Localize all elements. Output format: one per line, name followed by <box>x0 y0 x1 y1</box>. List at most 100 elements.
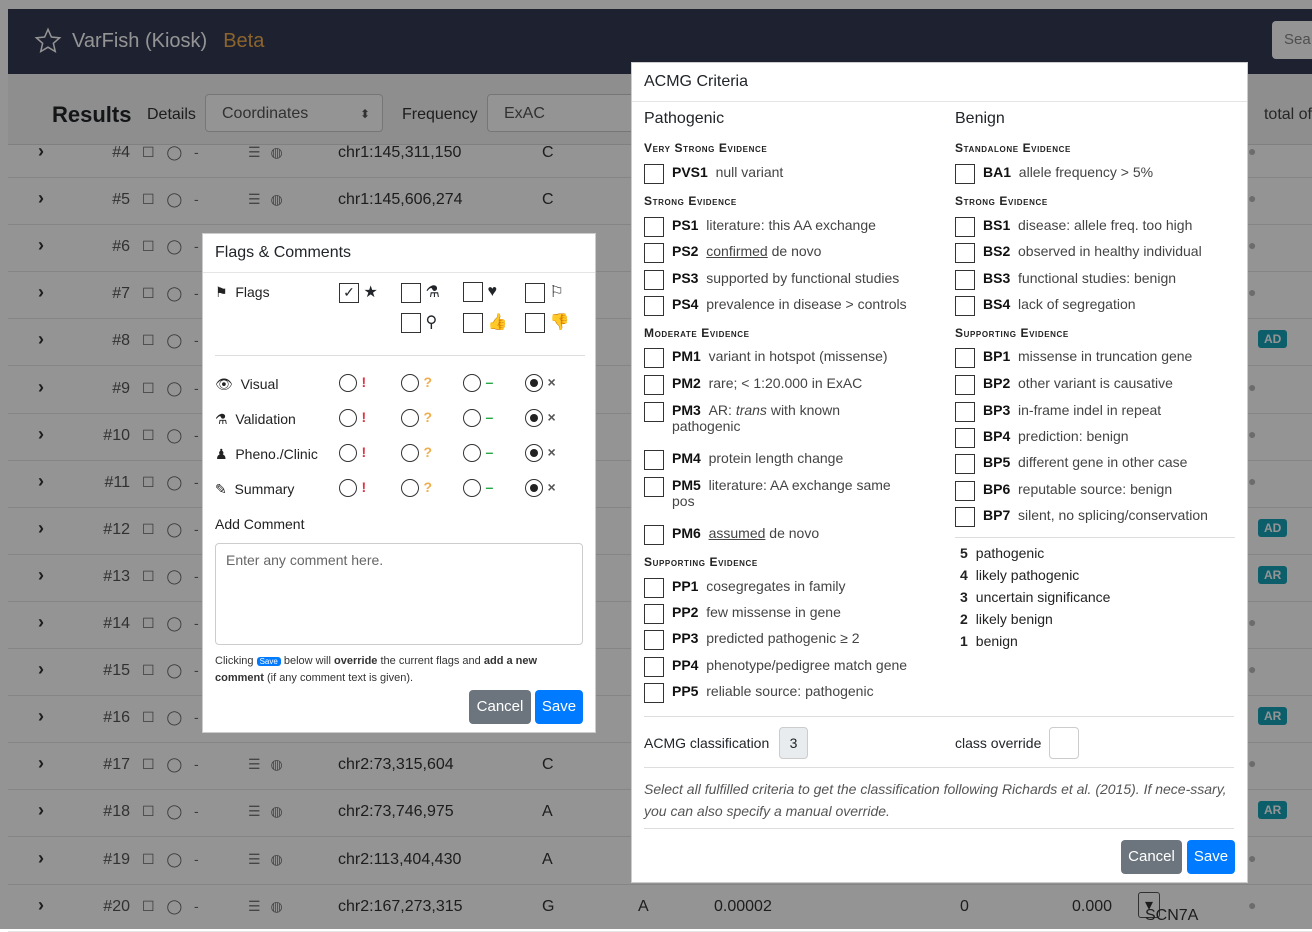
criterion-ps3[interactable]: PS3 supported by functional studies <box>644 270 899 290</box>
validation-empty-option[interactable]: × <box>525 409 556 427</box>
radio-button[interactable] <box>525 479 543 497</box>
class-override-input[interactable] <box>1049 727 1079 759</box>
criterion-pp2[interactable]: PP2 few missense in gene <box>644 604 841 624</box>
radio-button[interactable] <box>339 409 357 427</box>
radio-button[interactable] <box>525 409 543 427</box>
pheno-uncertain-option[interactable]: ? <box>401 444 432 462</box>
radio-button[interactable] <box>463 479 481 497</box>
pheno-empty-option[interactable]: × <box>525 444 556 462</box>
validation-positive-option[interactable]: ! <box>339 409 366 427</box>
flags-cancel-button[interactable]: Cancel <box>469 690 531 724</box>
summary-negative-option[interactable]: – <box>463 479 493 497</box>
criterion-bp5[interactable]: BP5 different gene in other case <box>955 454 1187 474</box>
visual-uncertain-option[interactable]: ? <box>401 374 432 392</box>
criterion-bs2[interactable]: BS2 observed in healthy individual <box>955 243 1202 263</box>
radio-button[interactable] <box>525 374 543 392</box>
criterion-checkbox[interactable] <box>644 477 664 497</box>
pheno-negative-option[interactable]: – <box>463 444 493 462</box>
visual-negative-option[interactable]: – <box>463 374 493 392</box>
visual-positive-option[interactable]: ! <box>339 374 366 392</box>
pheno-positive-option[interactable]: ! <box>339 444 366 462</box>
criterion-bs1[interactable]: BS1 disease: allele freq. too high <box>955 217 1192 237</box>
criterion-bs3[interactable]: BS3 functional studies: benign <box>955 270 1176 290</box>
criterion-pm2[interactable]: PM2 rare; < 1:20.000 in ExAC <box>644 375 862 395</box>
radio-button[interactable] <box>525 444 543 462</box>
validation-uncertain-option[interactable]: ? <box>401 409 432 427</box>
flag-candidate-checkbox[interactable] <box>401 282 421 303</box>
comment-textarea[interactable]: Enter any comment here. <box>215 543 583 645</box>
criterion-ba1[interactable]: BA1 allele frequency > 5% <box>955 164 1153 184</box>
radio-button[interactable] <box>463 409 481 427</box>
criterion-pp3[interactable]: PP3 predicted pathogenic ≥ 2 <box>644 630 859 650</box>
criterion-checkbox[interactable] <box>955 164 975 184</box>
radio-button[interactable] <box>401 479 419 497</box>
radio-button[interactable] <box>339 444 357 462</box>
validation-negative-option[interactable]: – <box>463 409 493 427</box>
summary-uncertain-option[interactable]: ? <box>401 479 432 497</box>
criterion-checkbox[interactable] <box>644 578 664 598</box>
criterion-checkbox[interactable] <box>644 630 664 650</box>
criterion-checkbox[interactable] <box>644 657 664 677</box>
criterion-checkbox[interactable] <box>955 348 975 368</box>
criterion-checkbox[interactable] <box>644 525 664 545</box>
criterion-checkbox[interactable] <box>644 375 664 395</box>
criterion-checkbox[interactable] <box>955 296 975 316</box>
flag-validation-checkbox[interactable] <box>525 282 545 303</box>
radio-button[interactable] <box>401 444 419 462</box>
criterion-checkbox[interactable] <box>644 217 664 237</box>
criterion-pm3[interactable]: PM3 AR: trans with known pathogenic <box>644 402 904 434</box>
flag-no-disease[interactable]: ⚲ <box>401 312 437 333</box>
criterion-checkbox[interactable] <box>955 428 975 448</box>
radio-button[interactable] <box>339 374 357 392</box>
criterion-pm6[interactable]: PM6 assumed de novo <box>644 525 819 545</box>
criterion-checkbox[interactable] <box>955 243 975 263</box>
acmg-cancel-button[interactable]: Cancel <box>1121 840 1182 874</box>
criterion-checkbox[interactable] <box>955 375 975 395</box>
criterion-checkbox[interactable] <box>955 270 975 290</box>
flag-candidate[interactable]: ⚗ <box>401 282 440 303</box>
criterion-checkbox[interactable] <box>644 164 664 184</box>
flags-save-button[interactable]: Save <box>535 690 583 724</box>
criterion-checkbox[interactable] <box>644 270 664 290</box>
flag-thumbs-up[interactable]: 👍 <box>463 312 507 333</box>
flag-thumbs-down[interactable]: 👎 <box>525 312 569 333</box>
criterion-checkbox[interactable] <box>955 217 975 237</box>
criterion-ps4[interactable]: PS4 prevalence in disease > controls <box>644 296 907 316</box>
flag-for-validation[interactable]: ⚐ <box>525 282 564 303</box>
radio-button[interactable] <box>401 409 419 427</box>
criterion-bp7[interactable]: BP7 silent, no splicing/conservation <box>955 507 1208 527</box>
criterion-bp3[interactable]: BP3 in-frame indel in repeat <box>955 402 1161 422</box>
criterion-bp1[interactable]: BP1 missense in truncation gene <box>955 348 1192 368</box>
criterion-checkbox[interactable] <box>955 481 975 501</box>
criterion-checkbox[interactable] <box>644 402 664 422</box>
criterion-pp5[interactable]: PP5 reliable source: pathogenic <box>644 683 874 703</box>
criterion-checkbox[interactable] <box>955 507 975 527</box>
criterion-pm1[interactable]: PM1 variant in hotspot (missense) <box>644 348 888 368</box>
criterion-pm5[interactable]: PM5 literature: AA exchange same pos <box>644 477 904 509</box>
radio-button[interactable] <box>463 374 481 392</box>
summary-empty-option[interactable]: × <box>525 479 556 497</box>
criterion-bp6[interactable]: BP6 reputable source: benign <box>955 481 1172 501</box>
criterion-bp4[interactable]: BP4 prediction: benign <box>955 428 1129 448</box>
flag-thumbs-up-checkbox[interactable] <box>463 312 483 333</box>
criterion-checkbox[interactable] <box>644 683 664 703</box>
flag-thumbs-down-checkbox[interactable] <box>525 312 545 333</box>
criterion-checkbox[interactable] <box>644 296 664 316</box>
criterion-ps2[interactable]: PS2 confirmed de novo <box>644 243 821 263</box>
radio-button[interactable] <box>401 374 419 392</box>
flag-final-checkbox[interactable] <box>463 282 483 302</box>
criterion-pvs1[interactable]: PVS1 null variant <box>644 164 783 184</box>
criterion-ps1[interactable]: PS1 literature: this AA exchange <box>644 217 876 237</box>
criterion-checkbox[interactable] <box>644 348 664 368</box>
criterion-pp1[interactable]: PP1 cosegregates in family <box>644 578 846 598</box>
flag-no-disease-checkbox[interactable] <box>401 312 421 333</box>
criterion-checkbox[interactable] <box>644 604 664 624</box>
flag-bookmark-checkbox[interactable]: ✓ <box>339 282 359 303</box>
visual-empty-option[interactable]: × <box>525 374 556 392</box>
summary-positive-option[interactable]: ! <box>339 479 366 497</box>
criterion-pp4[interactable]: PP4 phenotype/pedigree match gene <box>644 657 907 677</box>
criterion-checkbox[interactable] <box>955 402 975 422</box>
criterion-checkbox[interactable] <box>644 450 664 470</box>
radio-button[interactable] <box>339 479 357 497</box>
criterion-pm4[interactable]: PM4 protein length change <box>644 450 843 470</box>
